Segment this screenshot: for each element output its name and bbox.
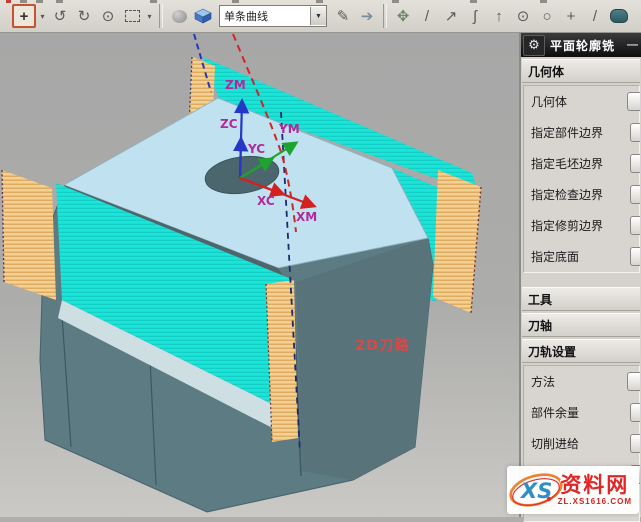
milling-dialog-panel: ⚙ 平面轮廓铣 — 几何体 几何体 指定部件边界 指定毛坯边界 指定检查边界 指… <box>519 33 641 517</box>
section-geometry[interactable]: 几何体 <box>522 59 640 83</box>
clipped-button[interactable] <box>630 185 640 204</box>
minimize-button[interactable]: — <box>626 39 639 51</box>
specify-part-boundary-row[interactable]: 指定部件边界 <box>524 122 639 143</box>
clipped-field[interactable] <box>630 403 640 422</box>
xc-axis-label: XC <box>257 194 275 208</box>
arrow-line-snap-icon[interactable]: ↗ <box>440 5 462 27</box>
chevron-down-icon[interactable]: ▾ <box>145 12 154 21</box>
zm-axis-label: ZM <box>225 78 246 92</box>
clipped-button[interactable] <box>630 216 640 235</box>
dialog-title-bar[interactable]: ⚙ 平面轮廓铣 — <box>521 33 641 57</box>
shaded-sphere-icon[interactable] <box>168 5 190 27</box>
section-tool-axis[interactable]: 刀轴 <box>522 313 640 337</box>
ym-axis-label: YM <box>278 122 300 136</box>
orient-view-icon[interactable]: ↻ <box>73 5 95 27</box>
clipped-button[interactable] <box>630 123 640 142</box>
rectangle-select-icon[interactable] <box>121 5 143 27</box>
cut-feed-row[interactable]: 切削进给 <box>524 433 639 454</box>
zc-axis <box>240 139 241 178</box>
dialog-title: 平面轮廓铣 <box>550 37 626 54</box>
section-path-settings[interactable]: 刀轨设置 <box>522 339 640 363</box>
slash-snap-icon[interactable]: / <box>584 5 606 27</box>
plus-snap-icon[interactable]: + <box>560 5 582 27</box>
scene-3d[interactable]: ZM ZC YM YC XC XM 2D刀路 <box>0 33 520 517</box>
rotate-view-icon[interactable]: ↺ <box>49 5 71 27</box>
watermark-name: 资料网 <box>560 475 629 497</box>
specify-floor-row[interactable]: 指定底面 <box>524 246 639 267</box>
watermark-url: ZL.XS1616.COM <box>558 497 632 506</box>
part-stock-row[interactable]: 部件余量 <box>524 402 639 423</box>
arrow-icon[interactable]: ➔ <box>356 5 378 27</box>
clipped-dropdown[interactable] <box>627 372 640 391</box>
isometric-cube-icon[interactable] <box>192 5 214 27</box>
left-hatch-band <box>2 170 56 300</box>
snap-crosshair-icon[interactable]: + <box>12 4 36 28</box>
clipped-button[interactable] <box>630 154 640 173</box>
circle-point-icon[interactable]: ⊙ <box>97 5 119 27</box>
right-hatch-band <box>433 170 481 313</box>
clipped-field[interactable] <box>630 434 640 453</box>
specify-trim-boundary-row[interactable]: 指定修剪边界 <box>524 215 639 236</box>
toolpath-annotation: 2D刀路 <box>355 337 410 354</box>
face-snap-icon[interactable] <box>608 5 630 27</box>
arc-center-snap-icon[interactable]: ⊙ <box>512 5 534 27</box>
quadrant-snap-icon[interactable]: ○ <box>536 5 558 27</box>
section-tool[interactable]: 工具 <box>522 287 640 311</box>
clipped-icon <box>2 5 10 27</box>
gear-icon[interactable]: ⚙ <box>523 35 545 56</box>
toolbar-separator <box>159 4 163 28</box>
pan-move-icon[interactable]: ✥ <box>392 5 414 27</box>
curve-rule-combobox[interactable]: 单条曲线 ▼ <box>219 5 327 27</box>
chevron-down-icon[interactable]: ▾ <box>38 12 47 21</box>
line-snap-icon[interactable]: / <box>416 5 438 27</box>
combo-dropdown-icon[interactable]: ▼ <box>310 7 326 25</box>
specify-blank-boundary-row[interactable]: 指定毛坯边界 <box>524 153 639 174</box>
watermark: XS 资料网 ZL.XS1616.COM <box>507 466 639 514</box>
zc-axis-label: ZC <box>220 117 238 131</box>
yc-axis-label: YC <box>247 142 265 156</box>
geometry-select-row[interactable]: 几何体 <box>524 91 639 112</box>
point-snap-icon[interactable]: ↑ <box>488 5 510 27</box>
specify-check-boundary-row[interactable]: 指定检查边界 <box>524 184 639 205</box>
upper-toolbar-fragment <box>0 0 641 3</box>
main-toolbar: + ▾ ↺ ↻ ⊙ ▾ 单条曲线 ▼ ✎ ➔ ✥ / ↗ ʃ ↑ ⊙ ○ + / <box>0 0 641 33</box>
curve-snap-icon[interactable]: ʃ <box>464 5 486 27</box>
clipped-dropdown[interactable] <box>627 92 640 111</box>
geometry-group: 几何体 指定部件边界 指定毛坯边界 指定检查边界 指定修剪边界 指定底面 <box>523 85 640 273</box>
graphics-viewport[interactable]: ZM ZC YM YC XC XM 2D刀路 <box>0 33 520 517</box>
clipped-button[interactable] <box>630 247 640 266</box>
xm-axis-label: XM <box>296 210 317 224</box>
snap-edit-icon[interactable]: ✎ <box>332 5 354 27</box>
curve-rule-value: 单条曲线 <box>220 8 310 24</box>
method-row[interactable]: 方法 <box>524 371 639 392</box>
toolbar-separator <box>383 4 387 28</box>
